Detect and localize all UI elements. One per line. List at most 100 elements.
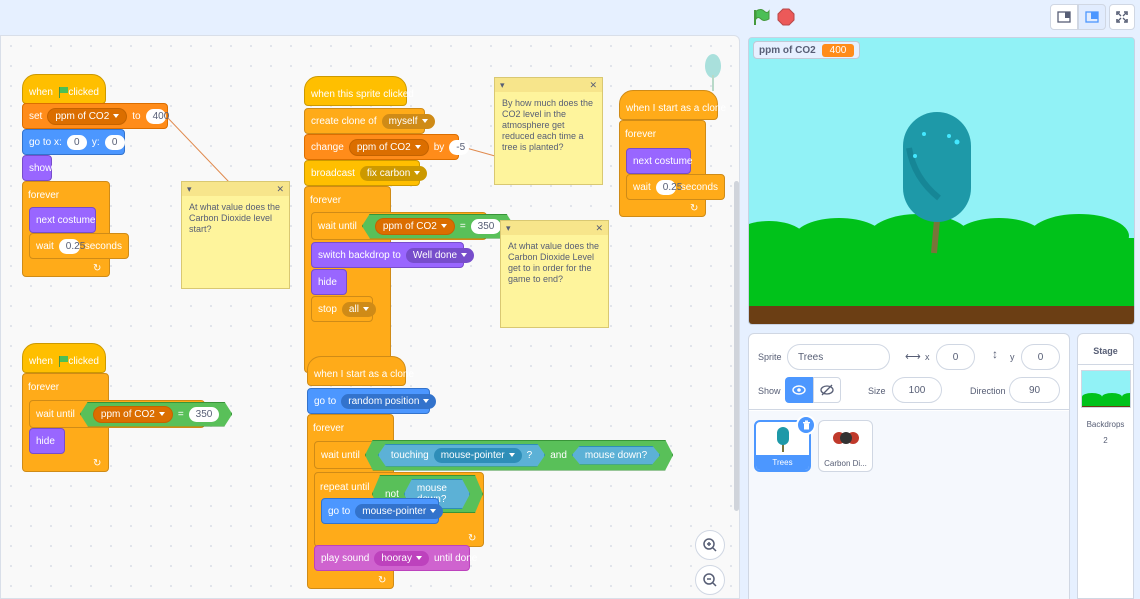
wait-block[interactable]: wait 0.25 seconds bbox=[626, 174, 725, 200]
show-hidden-button[interactable] bbox=[813, 377, 841, 403]
collapse-icon[interactable]: ▾ bbox=[506, 223, 511, 234]
value-input[interactable]: 400 bbox=[145, 108, 169, 124]
note-header: ▾ ✕ bbox=[495, 78, 602, 92]
hide-block[interactable]: hide bbox=[311, 269, 347, 295]
create-clone-block[interactable]: create clone of myself bbox=[304, 108, 435, 134]
show-block[interactable]: show bbox=[22, 155, 52, 181]
seconds-input[interactable]: 0.25 bbox=[655, 179, 682, 195]
stage-selector[interactable]: Stage Backdrops 2 bbox=[1077, 333, 1134, 599]
mouse-down-block[interactable]: mouse down? bbox=[572, 446, 660, 465]
collapse-icon[interactable]: ▾ bbox=[500, 80, 505, 91]
next-costume-block[interactable]: next costume bbox=[626, 148, 693, 174]
go-to-block[interactable]: go to mouse-pointer bbox=[321, 498, 444, 524]
go-to-target-dropdown[interactable]: random position bbox=[341, 393, 437, 409]
when-flag-clicked-hat[interactable]: when clicked bbox=[22, 343, 106, 373]
collapse-icon[interactable]: ▾ bbox=[187, 184, 192, 195]
note-text[interactable]: By how much does the CO2 level in the at… bbox=[495, 92, 602, 159]
set-variable-block[interactable]: set ppm of CO2 to 400 bbox=[22, 103, 169, 129]
variable-reporter[interactable]: ppm of CO2 bbox=[93, 406, 173, 423]
broadcast-block[interactable]: broadcast fix carbon bbox=[304, 160, 428, 186]
vertical-scrollbar[interactable] bbox=[734, 181, 739, 511]
close-icon[interactable]: ✕ bbox=[589, 80, 597, 91]
comment-note[interactable]: ▾ ✕ By how much does the CO2 level in the… bbox=[494, 77, 603, 185]
block-text: forever bbox=[310, 195, 342, 206]
block-text: when this sprite clicked bbox=[311, 88, 414, 100]
note-text[interactable]: At what value does the Carbon Dioxide le… bbox=[182, 196, 289, 241]
backdrop-thumbnail[interactable] bbox=[1081, 370, 1131, 408]
zoom-in-button[interactable] bbox=[695, 530, 725, 560]
comment-note[interactable]: ▾ ✕ At what value does the Carbon Dioxide… bbox=[181, 181, 290, 289]
fullscreen-button[interactable] bbox=[1109, 4, 1135, 30]
wait-until-block[interactable]: wait until ppm of CO2 = 350 bbox=[29, 400, 205, 428]
y-input[interactable]: 0 bbox=[104, 134, 125, 150]
when-flag-clicked-hat[interactable]: when clicked bbox=[22, 74, 106, 104]
variable-reporter[interactable]: ppm of CO2 bbox=[375, 218, 455, 235]
block-text: repeat until bbox=[320, 482, 370, 493]
switch-backdrop-block[interactable]: switch backdrop to Well done bbox=[311, 242, 475, 268]
wait-until-block[interactable]: wait until ppm of CO2 = 350 bbox=[311, 212, 487, 240]
next-costume-block[interactable]: next costume bbox=[29, 207, 96, 233]
stop-option-dropdown[interactable]: all bbox=[341, 301, 376, 317]
variable-monitor[interactable]: ppm of CO2 400 bbox=[753, 41, 861, 59]
show-visible-button[interactable] bbox=[785, 377, 813, 403]
backdrop-dropdown[interactable]: Well done bbox=[405, 247, 475, 263]
size-input[interactable]: 100 bbox=[892, 377, 942, 403]
equals-operator[interactable]: ppm of CO2 = 350 bbox=[362, 214, 514, 239]
value-input[interactable]: 350 bbox=[471, 219, 502, 234]
close-icon[interactable]: ✕ bbox=[595, 223, 603, 234]
small-stage-button[interactable] bbox=[1050, 4, 1078, 30]
stop-block[interactable]: stop all bbox=[311, 296, 376, 322]
go-to-xy-block[interactable]: go to x: 0 y: 0 bbox=[22, 129, 125, 155]
go-to-block[interactable]: go to random position bbox=[307, 388, 437, 414]
block-text: forever bbox=[28, 382, 60, 393]
sprite-label: Sprite bbox=[758, 352, 782, 362]
variable-dropdown[interactable]: ppm of CO2 bbox=[348, 138, 429, 156]
value-input[interactable]: 350 bbox=[189, 407, 220, 422]
touching-block[interactable]: touching mouse-pointer ? bbox=[378, 444, 545, 467]
wait-block[interactable]: wait 0.25 seconds bbox=[29, 233, 129, 259]
hide-block[interactable]: hide bbox=[29, 428, 65, 454]
when-sprite-clicked-hat[interactable]: when this sprite clicked bbox=[304, 76, 414, 106]
block-text: set bbox=[29, 110, 43, 122]
seconds-input[interactable]: 0.25 bbox=[58, 238, 85, 254]
play-sound-until-done-block[interactable]: play sound hooray until done bbox=[314, 545, 477, 571]
sound-dropdown[interactable]: hooray bbox=[374, 550, 429, 566]
wait-until-block[interactable]: wait until touching mouse-pointer ? and … bbox=[314, 441, 628, 469]
code-area[interactable]: when clicked set ppm of CO2 to 400 go to… bbox=[0, 35, 740, 599]
x-input[interactable]: 0 bbox=[936, 344, 975, 370]
block-text: seconds bbox=[680, 181, 719, 193]
when-clone-starts-hat[interactable]: when I start as a clone bbox=[307, 356, 414, 386]
x-input[interactable]: 0 bbox=[66, 134, 87, 150]
zoom-out-button[interactable] bbox=[695, 565, 725, 595]
sprite-tile-carbon-dioxide[interactable]: Carbon Di... bbox=[818, 420, 873, 472]
block-text: until done bbox=[433, 552, 478, 564]
block-text: next costume bbox=[633, 155, 693, 167]
sprite-name-input[interactable]: Trees bbox=[787, 344, 890, 370]
green-flag-button[interactable] bbox=[752, 8, 770, 26]
close-icon[interactable]: ✕ bbox=[276, 184, 284, 195]
normal-stage-button[interactable] bbox=[1078, 4, 1106, 30]
clone-target-dropdown[interactable]: myself bbox=[381, 113, 435, 129]
message-dropdown[interactable]: fix carbon bbox=[359, 165, 428, 181]
when-clone-starts-hat[interactable]: when I start as a clone bbox=[619, 90, 726, 120]
and-operator[interactable]: touching mouse-pointer ? and mouse down? bbox=[365, 440, 673, 471]
value-input[interactable]: -5 bbox=[449, 139, 470, 155]
sprite-name: Trees bbox=[756, 455, 809, 470]
stop-button[interactable] bbox=[777, 8, 795, 26]
block-text: hide bbox=[318, 276, 337, 288]
direction-input[interactable]: 90 bbox=[1009, 377, 1060, 403]
stage-canvas[interactable]: ppm of CO2 400 bbox=[748, 37, 1135, 325]
go-to-target-dropdown[interactable]: mouse-pointer bbox=[355, 503, 444, 519]
touch-target-dropdown[interactable]: mouse-pointer bbox=[434, 448, 522, 463]
block-text: forever bbox=[625, 129, 657, 140]
change-variable-block[interactable]: change ppm of CO2 by -5 bbox=[304, 134, 470, 160]
equals-operator[interactable]: ppm of CO2 = 350 bbox=[80, 402, 232, 427]
y-arrows-icon: ↕ bbox=[992, 347, 998, 361]
monitor-label: ppm of CO2 bbox=[759, 44, 816, 56]
stage-scene bbox=[749, 38, 1134, 324]
comment-note[interactable]: ▾ ✕ At what value does the Carbon Dioxide… bbox=[500, 220, 609, 328]
delete-sprite-button[interactable] bbox=[796, 415, 816, 435]
y-input[interactable]: 0 bbox=[1021, 344, 1060, 370]
note-text[interactable]: At what value does the Carbon Dioxide Le… bbox=[501, 235, 608, 291]
variable-dropdown[interactable]: ppm of CO2 bbox=[47, 107, 128, 125]
